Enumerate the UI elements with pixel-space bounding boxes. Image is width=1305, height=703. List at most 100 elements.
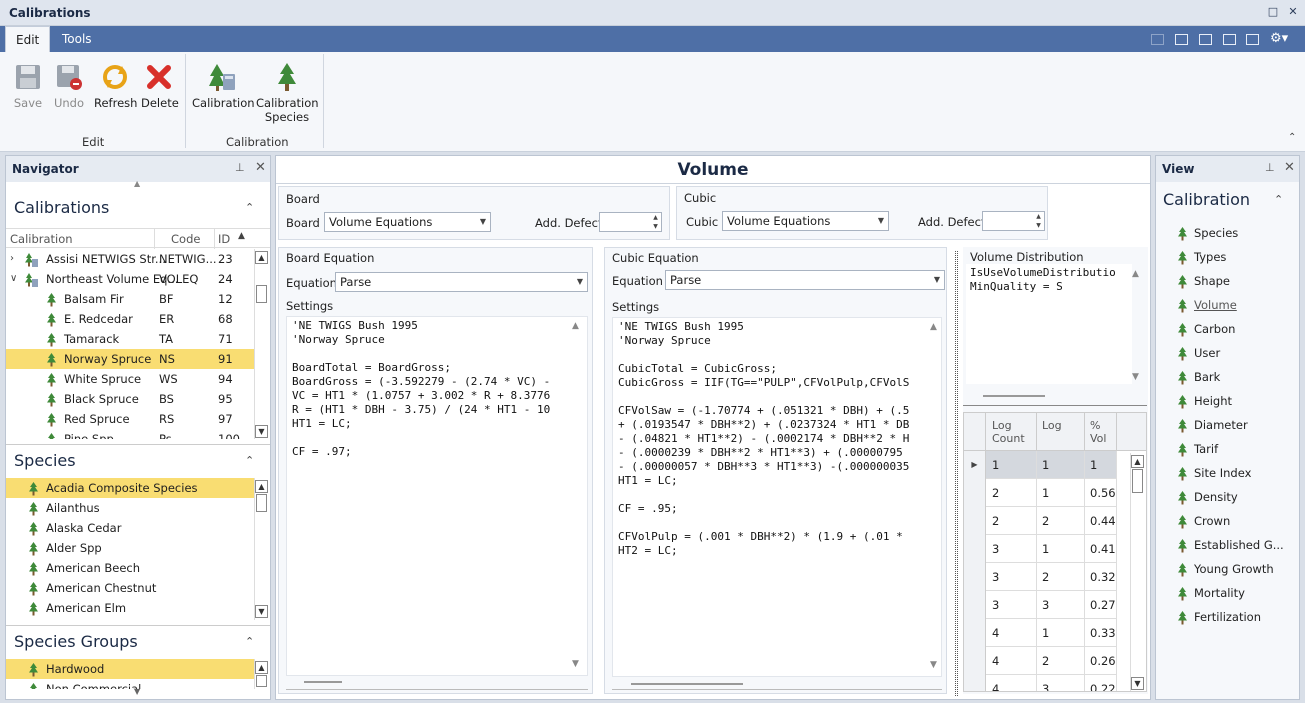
scroll-down-icon[interactable]: ▼ <box>255 605 268 618</box>
collapse-icon[interactable]: ⌃ <box>245 454 254 467</box>
view-item[interactable]: Fertilization <box>1177 607 1261 627</box>
row-header[interactable] <box>964 591 986 619</box>
board-select[interactable]: Volume Equations ▼ <box>324 212 491 232</box>
species-scrollbar[interactable]: ▲ ▼ <box>254 478 268 620</box>
expand-arrow-icon[interactable]: › <box>10 249 14 269</box>
calibration-species-button[interactable]: Calibration Species <box>256 62 319 124</box>
view-item[interactable]: Site Index <box>1177 463 1251 483</box>
calibration-row[interactable]: Balsam Fir BF 12 <box>6 289 254 309</box>
scroll-thumb[interactable] <box>256 675 267 687</box>
pin-icon[interactable]: ⊥ <box>235 161 245 174</box>
table-row[interactable]: 4 2 0.26 <box>964 647 1117 675</box>
view-item[interactable]: Species <box>1177 223 1238 243</box>
close-icon[interactable]: ✕ <box>255 160 266 175</box>
scroll-up-icon[interactable]: ▲ <box>1131 455 1144 468</box>
calibration-row[interactable]: Black Spruce BS 95 <box>6 389 254 409</box>
scroll-down-icon[interactable]: ▼ <box>1132 372 1139 382</box>
table-row[interactable]: 2 1 0.56 <box>964 479 1117 507</box>
view-item[interactable]: Volume <box>1177 295 1237 315</box>
scroll-down-icon[interactable]: ▼ <box>572 659 579 669</box>
scroll-up-icon[interactable]: ▲ <box>134 179 140 188</box>
calibration-row[interactable]: White Spruce WS 94 <box>6 369 254 389</box>
h-scroll-thumb[interactable] <box>631 683 743 685</box>
scroll-thumb[interactable] <box>256 494 267 512</box>
table-row[interactable]: 3 2 0.32 <box>964 563 1117 591</box>
table-row[interactable]: ▶ 1 1 1 <box>964 451 1117 479</box>
collapse-icon[interactable]: ⌃ <box>245 635 254 648</box>
view-item[interactable]: Height <box>1177 391 1232 411</box>
calibration-button[interactable]: Calibration <box>192 62 255 110</box>
tab-edit[interactable]: Edit <box>5 26 51 52</box>
layout-bottom-icon[interactable] <box>1223 34 1236 45</box>
row-header[interactable] <box>964 619 986 647</box>
grid-column-header[interactable]: Log <box>1042 419 1082 432</box>
grid-column-header[interactable]: % Vol <box>1090 419 1114 445</box>
calibration-row[interactable]: E. Redcedar ER 68 <box>6 309 254 329</box>
cubic-select[interactable]: Volume Equations ▼ <box>722 211 889 231</box>
row-header[interactable] <box>964 647 986 675</box>
view-item[interactable]: Crown <box>1177 511 1230 531</box>
scroll-up-icon[interactable]: ▲ <box>255 251 268 264</box>
splitter[interactable] <box>955 251 958 696</box>
scroll-down-icon[interactable]: ▼ <box>134 687 140 696</box>
spin-down-icon[interactable]: ▼ <box>651 223 660 231</box>
undo-button[interactable]: Undo <box>52 62 86 110</box>
row-header[interactable] <box>964 507 986 535</box>
species-item[interactable]: American Elm <box>6 598 254 618</box>
layout-left-icon[interactable] <box>1175 34 1188 45</box>
scroll-up-icon[interactable]: ▲ <box>930 322 937 332</box>
scroll-up-icon[interactable]: ▲ <box>572 321 579 331</box>
scroll-up-icon[interactable]: ▲ <box>255 661 268 674</box>
table-row[interactable]: 3 1 0.41 <box>964 535 1117 563</box>
h-scroll-thumb[interactable] <box>304 681 342 683</box>
row-indicator-icon[interactable]: ▶ <box>964 451 986 479</box>
pin-icon[interactable]: ⊥ <box>1265 161 1275 174</box>
calibration-row[interactable]: Pine Spp Ps 100 <box>6 429 254 439</box>
h-scroll-thumb[interactable] <box>983 395 1045 397</box>
row-header[interactable] <box>964 675 986 691</box>
calibration-row[interactable]: ∨ Northeast Volume Eq... VOLEQ 24 <box>6 269 254 289</box>
scroll-thumb[interactable] <box>1132 469 1143 493</box>
board-settings-editor[interactable]: 'NE TWIGS Bush 1995 'Norway Spruce Board… <box>286 316 588 676</box>
sort-asc-icon[interactable]: ▲ <box>238 231 245 241</box>
species-group-item[interactable]: Non Commercial <box>6 679 254 689</box>
layout-right-icon[interactable] <box>1199 34 1212 45</box>
calibration-row[interactable]: Red Spruce RS 97 <box>6 409 254 429</box>
view-item[interactable]: Density <box>1177 487 1238 507</box>
scroll-down-icon[interactable]: ▼ <box>930 660 937 670</box>
species-groups-scrollbar[interactable]: ▲ <box>254 659 268 689</box>
species-item[interactable]: Alder Spp <box>6 538 254 558</box>
view-item[interactable]: Established G... <box>1177 535 1284 555</box>
species-item[interactable]: Alaska Cedar <box>6 518 254 538</box>
view-item[interactable]: Mortality <box>1177 583 1245 603</box>
table-row[interactable]: 4 1 0.33 <box>964 619 1117 647</box>
species-item[interactable]: American Chestnut <box>6 578 254 598</box>
board-equation-select[interactable]: Parse ▼ <box>335 272 588 292</box>
refresh-button[interactable]: Refresh <box>94 62 137 110</box>
scroll-up-icon[interactable]: ▲ <box>255 480 268 493</box>
species-group-item[interactable]: Hardwood <box>6 659 254 679</box>
close-icon[interactable]: ✕ <box>1284 160 1295 175</box>
tab-tools[interactable]: Tools <box>52 26 102 52</box>
spin-up-icon[interactable]: ▲ <box>1034 213 1043 221</box>
calibrations-scrollbar[interactable]: ▲ ▼ <box>254 249 268 439</box>
column-code[interactable]: Code <box>171 232 200 246</box>
board-defect-spinner[interactable]: ▲ ▼ <box>599 212 662 232</box>
cubic-settings-editor[interactable]: 'NE TWIGS Bush 1995 'Norway Spruce Cubic… <box>612 317 942 677</box>
save-button[interactable]: Save <box>12 62 44 110</box>
collapse-ribbon-icon[interactable]: ⌃ <box>1288 132 1296 143</box>
restore-icon[interactable]: □ <box>1267 6 1279 18</box>
collapse-icon[interactable]: ⌃ <box>1274 193 1283 206</box>
scroll-up-icon[interactable]: ▲ <box>1132 269 1139 279</box>
volume-distribution-editor[interactable]: IsUseVolumeDistributio MinQuality = S <box>966 264 1132 384</box>
view-item[interactable]: Types <box>1177 247 1226 267</box>
scroll-down-icon[interactable]: ▼ <box>1131 677 1144 690</box>
cubic-defect-spinner[interactable]: ▲ ▼ <box>982 211 1045 231</box>
view-item[interactable]: Young Growth <box>1177 559 1274 579</box>
table-row[interactable]: 4 3 0.22 <box>964 675 1117 691</box>
column-calibration[interactable]: Calibration <box>10 232 73 246</box>
species-item[interactable]: American Beech <box>6 558 254 578</box>
calibration-row[interactable]: Norway Spruce NS 91 <box>6 349 254 369</box>
calibration-row[interactable]: › Assisi NETWIGS Str... NETWIG... 23 <box>6 249 254 269</box>
collapse-arrow-icon[interactable]: ∨ <box>10 269 17 289</box>
